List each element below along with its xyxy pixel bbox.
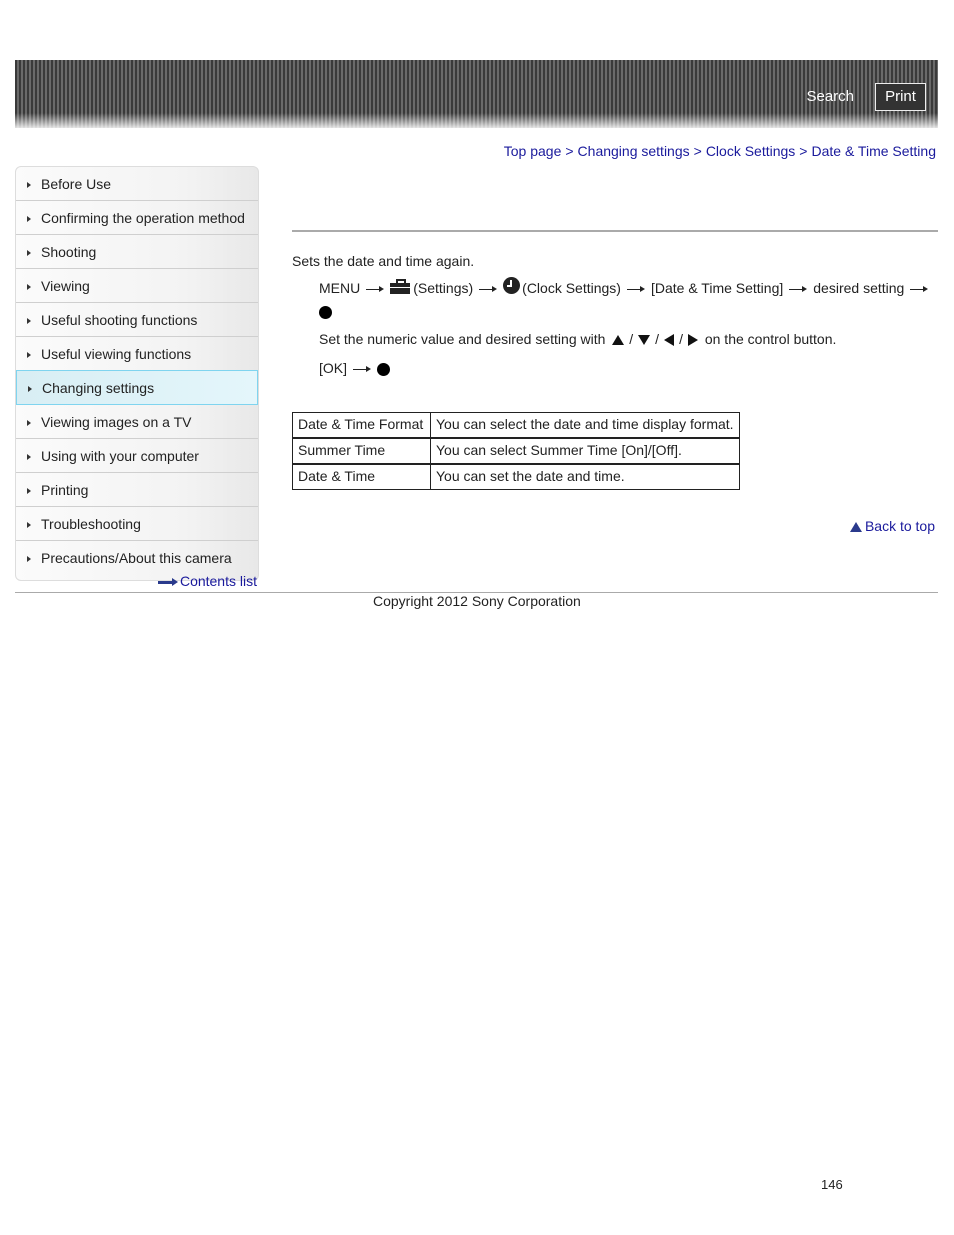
right-triangle-icon xyxy=(687,334,698,347)
contents-list-link-wrap: Contents list xyxy=(157,573,257,589)
slash: / xyxy=(655,331,660,347)
table-cell-description: You can set the date and time. xyxy=(430,463,740,490)
breadcrumb-date-time-setting[interactable]: Date & Time Setting xyxy=(811,143,936,159)
caret-right-icon xyxy=(27,182,31,188)
arrow-right-icon xyxy=(479,285,498,293)
sidebar-item-useful-shooting[interactable]: Useful shooting functions xyxy=(16,303,258,337)
ok-label: [OK] xyxy=(319,360,348,376)
sidebar-item-troubleshooting[interactable]: Troubleshooting xyxy=(16,507,258,541)
sidebar-item-viewing[interactable]: Viewing xyxy=(16,269,258,303)
sidebar-item-confirming-operation[interactable]: Confirming the operation method xyxy=(16,201,258,235)
caret-right-icon xyxy=(27,556,31,562)
settings-label: (Settings) xyxy=(413,280,474,296)
caret-right-icon xyxy=(27,522,31,528)
sidebar-item-label: Useful viewing functions xyxy=(41,346,192,362)
arrow-right-icon xyxy=(626,285,645,293)
contents-list-link[interactable]: Contents list xyxy=(180,573,257,589)
slash: / xyxy=(629,331,634,347)
breadcrumb: Top page > Changing settings > Clock Setting… xyxy=(504,143,936,159)
breadcrumb-changing-settings[interactable]: Changing settings xyxy=(578,143,690,159)
header-bar: Search Print xyxy=(15,60,938,128)
copyright-text: Copyright 2012 Sony Corporation xyxy=(373,593,581,609)
up-arrow-icon xyxy=(849,522,862,532)
caret-right-icon xyxy=(27,488,31,494)
clock-settings-label: (Clock Settings) xyxy=(522,280,621,296)
page-number: 146 xyxy=(821,1177,843,1192)
breadcrumb-clock-settings[interactable]: Clock Settings xyxy=(706,143,795,159)
step2-prefix: Set the numeric value and desired settin… xyxy=(319,331,606,347)
down-triangle-icon xyxy=(638,335,651,346)
caret-right-icon xyxy=(27,250,31,256)
table-cell-item: Date & Time xyxy=(292,463,431,490)
step-set-value: Set the numeric value and desired settin… xyxy=(319,331,836,347)
left-triangle-icon xyxy=(664,334,675,347)
caret-right-icon xyxy=(27,454,31,460)
desired-setting-label: desired setting xyxy=(813,280,905,296)
step-menu-path: MENU (Settings) (Clock Settings) [Date & Ti… xyxy=(319,277,934,296)
sidebar-item-label: Changing settings xyxy=(42,380,155,396)
sidebar-item-useful-viewing[interactable]: Useful viewing functions xyxy=(16,337,258,371)
step-menu-confirm xyxy=(319,303,332,319)
sidebar-item-printing[interactable]: Printing xyxy=(16,473,258,507)
step-ok: [OK] xyxy=(319,360,391,376)
sidebar-item-label: Useful shooting functions xyxy=(41,312,198,328)
caret-right-icon xyxy=(28,386,32,392)
menu-label: MENU xyxy=(319,280,361,296)
sidebar-item-changing-settings[interactable]: Changing settings xyxy=(16,370,258,405)
caret-right-icon xyxy=(27,318,31,324)
center-button-icon xyxy=(377,362,391,376)
up-triangle-icon xyxy=(612,335,625,346)
sidebar-nav: Before Use Confirming the operation meth… xyxy=(15,166,259,581)
settings-table: Date & Time Format You can select the da… xyxy=(292,412,740,490)
arrow-right-icon xyxy=(157,578,178,587)
print-button[interactable]: Print xyxy=(875,83,926,111)
sidebar-item-label: Confirming the operation method xyxy=(41,210,245,226)
breadcrumb-separator: > xyxy=(693,143,702,159)
arrow-right-icon xyxy=(366,285,385,293)
sidebar-item-viewing-tv[interactable]: Viewing images on a TV xyxy=(16,405,258,439)
sidebar-item-before-use[interactable]: Before Use xyxy=(16,167,258,201)
back-to-top-link[interactable]: Back to top xyxy=(865,518,935,534)
table-row: Date & Time You can set the date and tim… xyxy=(292,463,740,490)
table-cell-item: Summer Time xyxy=(292,437,431,465)
caret-right-icon xyxy=(27,420,31,426)
sidebar-item-label: Viewing xyxy=(41,278,90,294)
toolbox-icon xyxy=(390,279,411,294)
center-button-icon xyxy=(319,305,332,319)
title-divider xyxy=(292,230,938,232)
sidebar-item-label: Troubleshooting xyxy=(41,516,141,532)
sidebar-item-label: Using with your computer xyxy=(41,448,199,464)
sidebar-item-label: Printing xyxy=(41,482,89,498)
search-link[interactable]: Search xyxy=(806,88,854,105)
slash: / xyxy=(679,331,683,347)
arrow-right-icon xyxy=(789,285,808,293)
intro-text: Sets the date and time again. xyxy=(292,253,475,269)
caret-right-icon xyxy=(27,284,31,290)
date-time-setting-label: [Date & Time Setting] xyxy=(650,280,784,296)
table-cell-description: You can select Summer Time [On]/[Off]. xyxy=(430,437,740,465)
sidebar-item-computer[interactable]: Using with your computer xyxy=(16,439,258,473)
table-row: Summer Time You can select Summer Time [… xyxy=(292,437,740,465)
table-cell-description: You can select the date and time display… xyxy=(430,412,740,439)
caret-right-icon xyxy=(27,216,31,222)
clock-icon xyxy=(503,277,521,294)
arrow-right-icon xyxy=(910,285,929,293)
sidebar-item-label: Viewing images on a TV xyxy=(41,414,192,430)
breadcrumb-separator: > xyxy=(799,143,808,159)
sidebar-item-shooting[interactable]: Shooting xyxy=(16,235,258,269)
step2-suffix: on the control button. xyxy=(704,331,837,347)
sidebar-item-label: Precautions/About this camera xyxy=(41,550,232,566)
back-to-top-wrap: Back to top xyxy=(849,518,935,534)
breadcrumb-separator: > xyxy=(565,143,574,159)
arrow-right-icon xyxy=(353,365,372,373)
table-cell-item: Date & Time Format xyxy=(292,412,431,439)
caret-right-icon xyxy=(27,352,31,358)
sidebar-item-label: Shooting xyxy=(41,244,97,260)
breadcrumb-top-page[interactable]: Top page xyxy=(504,143,562,159)
sidebar-item-label: Before Use xyxy=(41,176,112,192)
table-row: Date & Time Format You can select the da… xyxy=(292,412,740,439)
